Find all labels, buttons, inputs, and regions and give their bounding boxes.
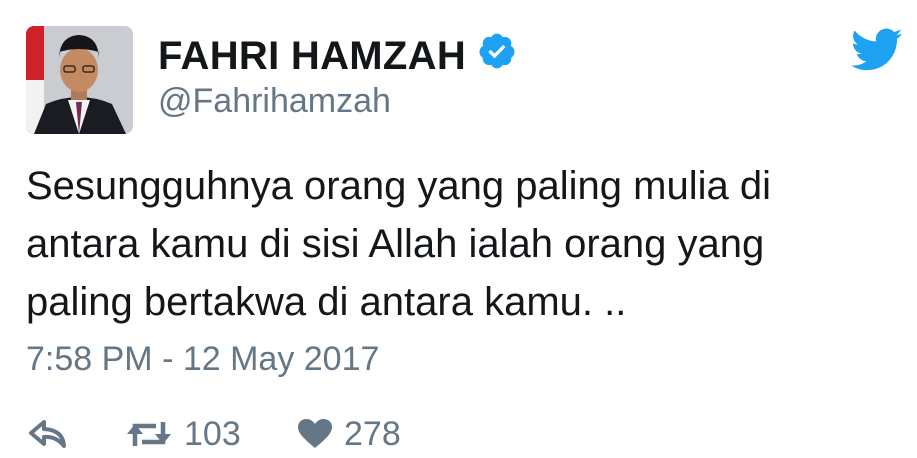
heart-icon xyxy=(298,419,332,448)
like-count: 278 xyxy=(344,415,401,453)
like-button[interactable]: 278 xyxy=(298,412,401,456)
verified-badge-icon xyxy=(479,33,515,69)
retweet-count: 103 xyxy=(184,415,241,453)
user-handle[interactable]: @Fahrihamzah xyxy=(158,80,391,122)
avatar[interactable] xyxy=(26,26,133,134)
tweet-timestamp[interactable]: 7:58 PM - 12 May 2017 xyxy=(26,338,379,380)
tweet-text-line: Sesungguhnya orang yang paling mulia di xyxy=(26,164,771,208)
reply-icon xyxy=(29,420,66,448)
tweet-text: Sesungguhnya orang yang paling mulia di … xyxy=(26,157,846,331)
reply-button[interactable] xyxy=(28,412,68,456)
display-name[interactable]: FAHRI HAMZAH xyxy=(158,33,466,79)
tweet-text-line: paling bertakwa di antara kamu. .. xyxy=(26,280,627,324)
retweet-button[interactable]: 103 xyxy=(126,412,241,456)
tweet-text-line: antara kamu di sisi Allah ialah orang ya… xyxy=(26,222,765,266)
twitter-bird-icon[interactable] xyxy=(851,28,903,72)
retweet-icon xyxy=(127,422,171,446)
